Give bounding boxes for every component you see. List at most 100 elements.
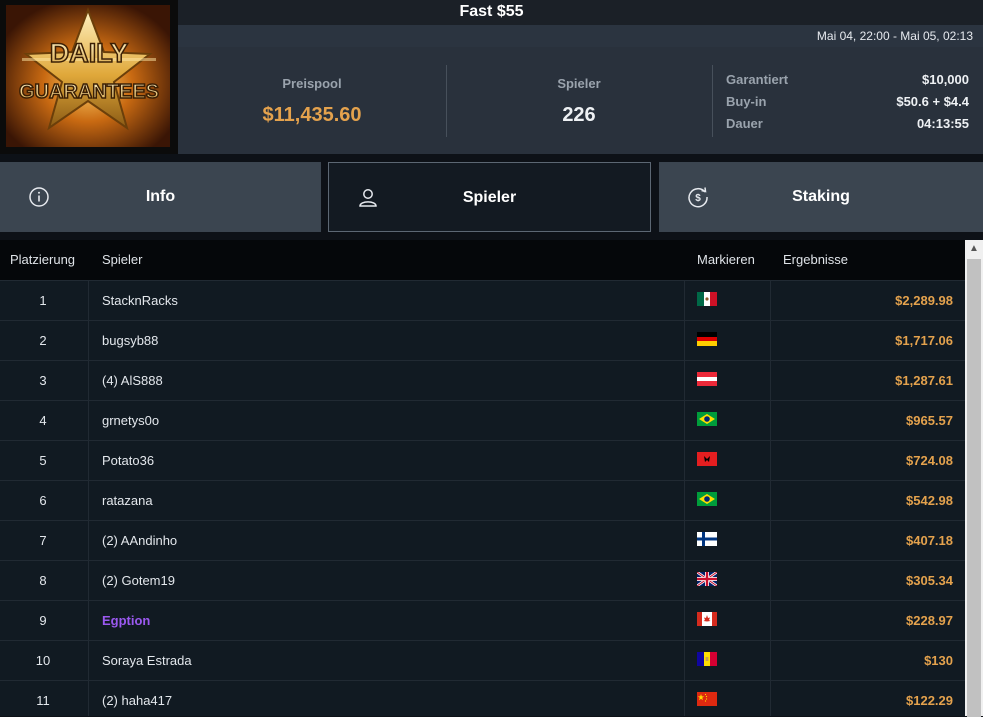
daily-guarantees-logo-image: DAILY GUARANTEES: [6, 5, 170, 147]
table-row[interactable]: 11 (2) haha417 $122.29: [0, 680, 965, 716]
flag-united-kingdom-icon: [696, 570, 718, 588]
column-divider: [770, 561, 771, 600]
scrollbar-thumb[interactable]: [967, 259, 981, 717]
player-name[interactable]: StacknRacks: [102, 281, 178, 320]
player-name[interactable]: (2) AAndinho: [102, 521, 177, 560]
player-result: $1,287.61: [895, 373, 953, 388]
column-divider: [88, 361, 89, 400]
column-header-flag[interactable]: Markieren: [697, 240, 755, 280]
table-row[interactable]: 7 (2) AAndinho $407.18: [0, 520, 965, 560]
player-rank: 3: [39, 373, 47, 388]
buyin-value: $50.6 + $4.4: [896, 94, 969, 109]
flag-china-icon: [697, 692, 717, 706]
player-rank: 6: [39, 493, 47, 508]
vertical-scrollbar[interactable]: ▲: [965, 240, 983, 717]
player-result: $130: [924, 653, 953, 668]
table-row[interactable]: 8 (2) Gotem19 $305.34: [0, 560, 965, 600]
buyin-label: Buy-in: [726, 94, 767, 109]
tab-staking-label: Staking: [792, 188, 850, 205]
player-rank: 9: [39, 613, 47, 628]
flag-finland-icon: [697, 532, 717, 546]
player-result: $305.34: [906, 573, 953, 588]
player-result: $407.18: [906, 533, 953, 548]
scroll-up-arrow-icon[interactable]: ▲: [965, 240, 983, 257]
player-name[interactable]: grnetys0o: [102, 401, 159, 440]
column-divider: [684, 601, 685, 640]
column-divider: [770, 361, 771, 400]
player-result: $1,717.06: [895, 333, 953, 348]
flag-mexico-icon: [697, 292, 717, 306]
players-table: Platzierung Spieler Markieren Ergebnisse…: [0, 240, 965, 716]
table-row[interactable]: 10 Soraya Estrada $130: [0, 640, 965, 680]
flag-brazil-icon: [697, 492, 717, 506]
player-rank: 5: [39, 453, 47, 468]
column-divider: [770, 641, 771, 680]
duration-value: 04:13:55: [916, 116, 969, 131]
player-name[interactable]: bugsyb88: [102, 321, 158, 360]
column-divider: [770, 681, 771, 716]
player-result: $542.98: [906, 493, 953, 508]
table-row[interactable]: 3 (4) AlS888 $1,287.61: [0, 360, 965, 400]
column-divider: [684, 361, 685, 400]
player-rank: 10: [35, 653, 51, 668]
player-result: $122.29: [906, 693, 953, 708]
column-divider: [88, 281, 89, 320]
flag-albania-icon: [697, 452, 717, 466]
column-divider: [684, 681, 685, 716]
table-row[interactable]: 4 grnetys0o $965.57: [0, 400, 965, 440]
column-divider: [770, 601, 771, 640]
table-row[interactable]: 9 Egption $228.97: [0, 600, 965, 640]
player-rank: 4: [39, 413, 47, 428]
column-divider: [684, 281, 685, 320]
tab-info[interactable]: Info: [0, 162, 321, 232]
divider: [712, 65, 713, 137]
tab-staking[interactable]: $ Staking: [659, 162, 983, 232]
column-divider: [684, 401, 685, 440]
column-header-player[interactable]: Spieler: [102, 240, 142, 280]
column-divider: [88, 601, 89, 640]
column-divider: [684, 481, 685, 520]
column-divider: [88, 481, 89, 520]
player-name[interactable]: Soraya Estrada: [102, 641, 192, 680]
player-name[interactable]: Egption: [102, 601, 150, 640]
column-header-rank[interactable]: Platzierung: [10, 240, 75, 280]
player-result: $724.08: [906, 453, 953, 468]
player-name[interactable]: (2) Gotem19: [102, 561, 175, 600]
players-count: 226: [562, 104, 596, 126]
daily-guarantees-logo: DAILY GUARANTEES: [0, 0, 178, 154]
column-divider: [684, 521, 685, 560]
column-header-result[interactable]: Ergebnisse: [783, 240, 848, 280]
prize-pool-value: $11,435.60: [262, 104, 362, 126]
tab-spieler[interactable]: Spieler: [328, 162, 651, 232]
svg-text:DAILY: DAILY: [50, 38, 129, 68]
column-divider: [770, 481, 771, 520]
table-row[interactable]: 5 Potato36 $724.08: [0, 440, 965, 480]
player-result: $228.97: [906, 613, 953, 628]
players-label: Spieler: [557, 76, 601, 91]
column-divider: [88, 681, 89, 716]
column-divider: [88, 521, 89, 560]
column-divider: [88, 561, 89, 600]
player-name[interactable]: Potato36: [102, 441, 154, 480]
flag-germany-icon: [697, 332, 717, 346]
player-name[interactable]: (2) haha417: [102, 681, 172, 716]
player-rank: 11: [36, 693, 50, 708]
player-rank: 2: [39, 333, 47, 348]
column-divider: [684, 441, 685, 480]
column-divider: [684, 641, 685, 680]
svg-text:GUARANTEES: GUARANTEES: [19, 81, 159, 103]
flag-andorra-icon: [697, 652, 717, 666]
column-divider: [88, 641, 89, 680]
column-divider: [88, 441, 89, 480]
table-row[interactable]: 1 StacknRacks $2,289.98: [0, 280, 965, 320]
column-divider: [684, 321, 685, 360]
player-name[interactable]: ratazana: [102, 481, 153, 520]
column-divider: [770, 401, 771, 440]
column-divider: [88, 321, 89, 360]
table-row[interactable]: 2 bugsyb88 $1,717.06: [0, 320, 965, 360]
table-row[interactable]: 6 ratazana $542.98: [0, 480, 965, 520]
guaranteed-label: Garantiert: [726, 72, 789, 87]
player-name[interactable]: (4) AlS888: [102, 361, 163, 400]
tab-info-label: Info: [145, 188, 176, 205]
column-divider: [770, 521, 771, 560]
